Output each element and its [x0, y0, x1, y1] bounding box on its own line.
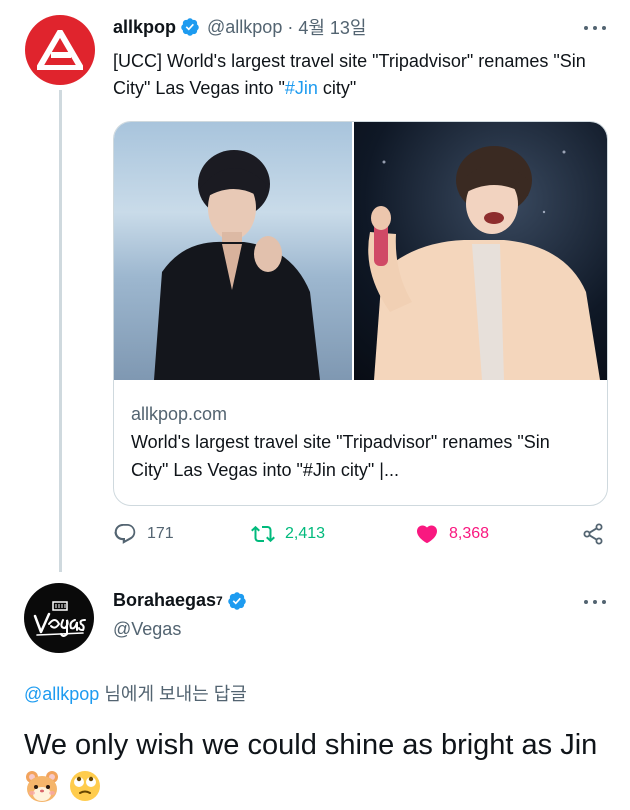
avatar-allkpop[interactable] [25, 15, 95, 85]
hashtag-link[interactable]: #Jin [285, 78, 318, 98]
retweet-count: 2,413 [285, 525, 326, 542]
hamster-face-icon [26, 771, 58, 803]
more-dots-icon[interactable] [584, 26, 606, 32]
avatar-borahaegas[interactable] [24, 583, 94, 653]
reply-to-suffix: 님에게 보내는 답글 [99, 684, 247, 704]
card-domain: allkpop.com [131, 404, 228, 424]
author-handle[interactable]: @allkpop [207, 17, 282, 38]
card-meta: allkpop.com World's largest travel site … [131, 400, 591, 484]
vegas-logo-icon [33, 601, 86, 637]
reply-button[interactable]: 171 [113, 522, 174, 546]
tweet2-author[interactable]: Borahaegas 7 [113, 590, 247, 611]
link-card[interactable]: allkpop.com World's largest travel site … [113, 121, 608, 506]
tweet-text: We only wish we could shine as bright as… [24, 729, 598, 761]
separator-dot: · [287, 16, 294, 37]
reply-count: 171 [147, 525, 174, 542]
author-handle[interactable]: @Vegas [113, 619, 181, 640]
thread-line [59, 90, 62, 572]
retweet-icon [251, 525, 275, 543]
author-name[interactable]: allkpop [113, 17, 176, 38]
author-name-suffix: 7 [216, 593, 223, 608]
like-count: 8,368 [449, 525, 490, 542]
reply-icon [114, 524, 136, 544]
tweet1-text: [UCC] World's largest travel site "Tripa… [113, 48, 593, 102]
share-icon [583, 523, 603, 545]
verified-badge-icon [227, 591, 246, 610]
reply-mention-link[interactable]: @allkpop [24, 684, 99, 704]
allkpop-logo-icon [37, 30, 83, 70]
author-name: Borahaegas [113, 590, 217, 610]
verified-badge-icon [181, 18, 199, 36]
tweet2-text: We only wish we could shine as bright as… [24, 725, 614, 805]
more-dots-icon[interactable] [584, 600, 606, 606]
face-with-rolling-eyes-icon [70, 771, 101, 802]
replying-to: @allkpop 님에게 보내는 답글 [24, 680, 247, 706]
card-title: World's largest travel site "Tripadvisor… [131, 432, 550, 480]
tweet-date[interactable]: 4월 13일 [298, 14, 366, 40]
tweet1-header: allkpop @allkpop · 4월 13일 [113, 14, 367, 40]
card-photo-left [114, 122, 352, 380]
retweet-button[interactable]: 2,413 [251, 522, 325, 546]
like-heart-icon [416, 525, 438, 544]
tweet-text-part: city" [317, 78, 357, 98]
card-photo-right [354, 122, 607, 380]
card-images [114, 122, 607, 380]
tweet-actions: 171 2,413 8,368 [113, 522, 606, 552]
like-button[interactable]: 8,368 [415, 522, 489, 546]
share-button[interactable] [581, 522, 605, 546]
